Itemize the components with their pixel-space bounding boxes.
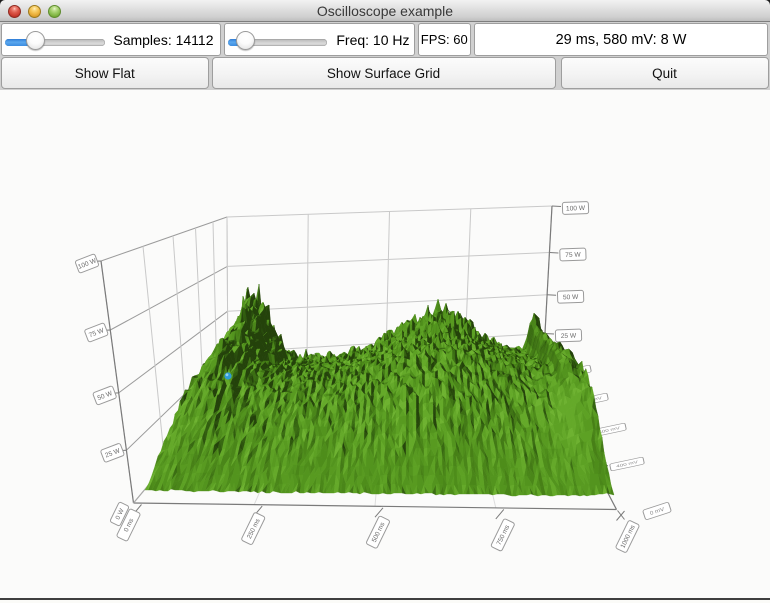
svg-text:50 W: 50 W <box>563 294 579 302</box>
svg-text:75 W: 75 W <box>565 251 581 259</box>
svg-text:25 W: 25 W <box>561 332 577 340</box>
svg-text:100 W: 100 W <box>566 205 586 213</box>
